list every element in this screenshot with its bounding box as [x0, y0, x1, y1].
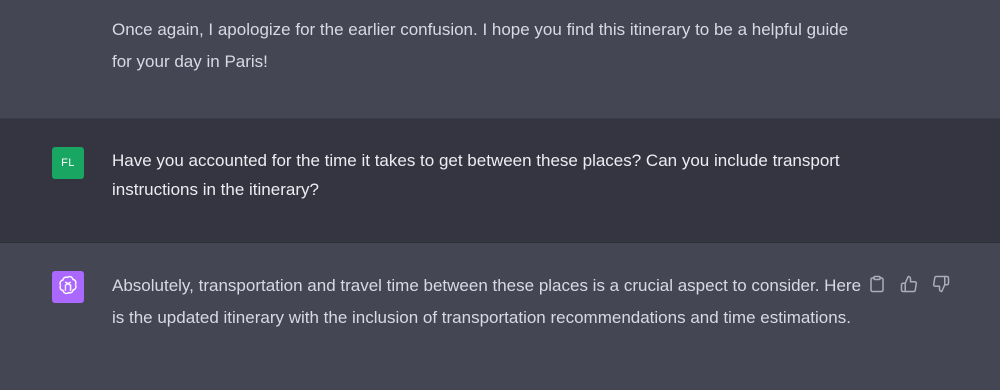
assistant-message-text: Absolutely, transportation and travel ti… [112, 276, 862, 327]
thumbs-up-icon[interactable] [898, 273, 920, 295]
openai-logo-icon [57, 274, 79, 301]
chat-thread: Once again, I apologize for the earlier … [0, 0, 1000, 390]
copy-icon[interactable] [866, 273, 888, 295]
assistant-message-current: Absolutely, transportation and travel ti… [0, 243, 1000, 390]
assistant-message-text: Once again, I apologize for the earlier … [112, 20, 849, 71]
message-actions [866, 273, 952, 295]
thumbs-down-icon[interactable] [930, 273, 952, 295]
user-message: FL Have you accounted for the time it ta… [0, 119, 1000, 243]
assistant-message-previous: Once again, I apologize for the earlier … [0, 0, 1000, 119]
user-avatar: FL [52, 147, 84, 179]
assistant-avatar [52, 271, 84, 303]
user-message-text: Have you accounted for the time it takes… [112, 151, 840, 199]
